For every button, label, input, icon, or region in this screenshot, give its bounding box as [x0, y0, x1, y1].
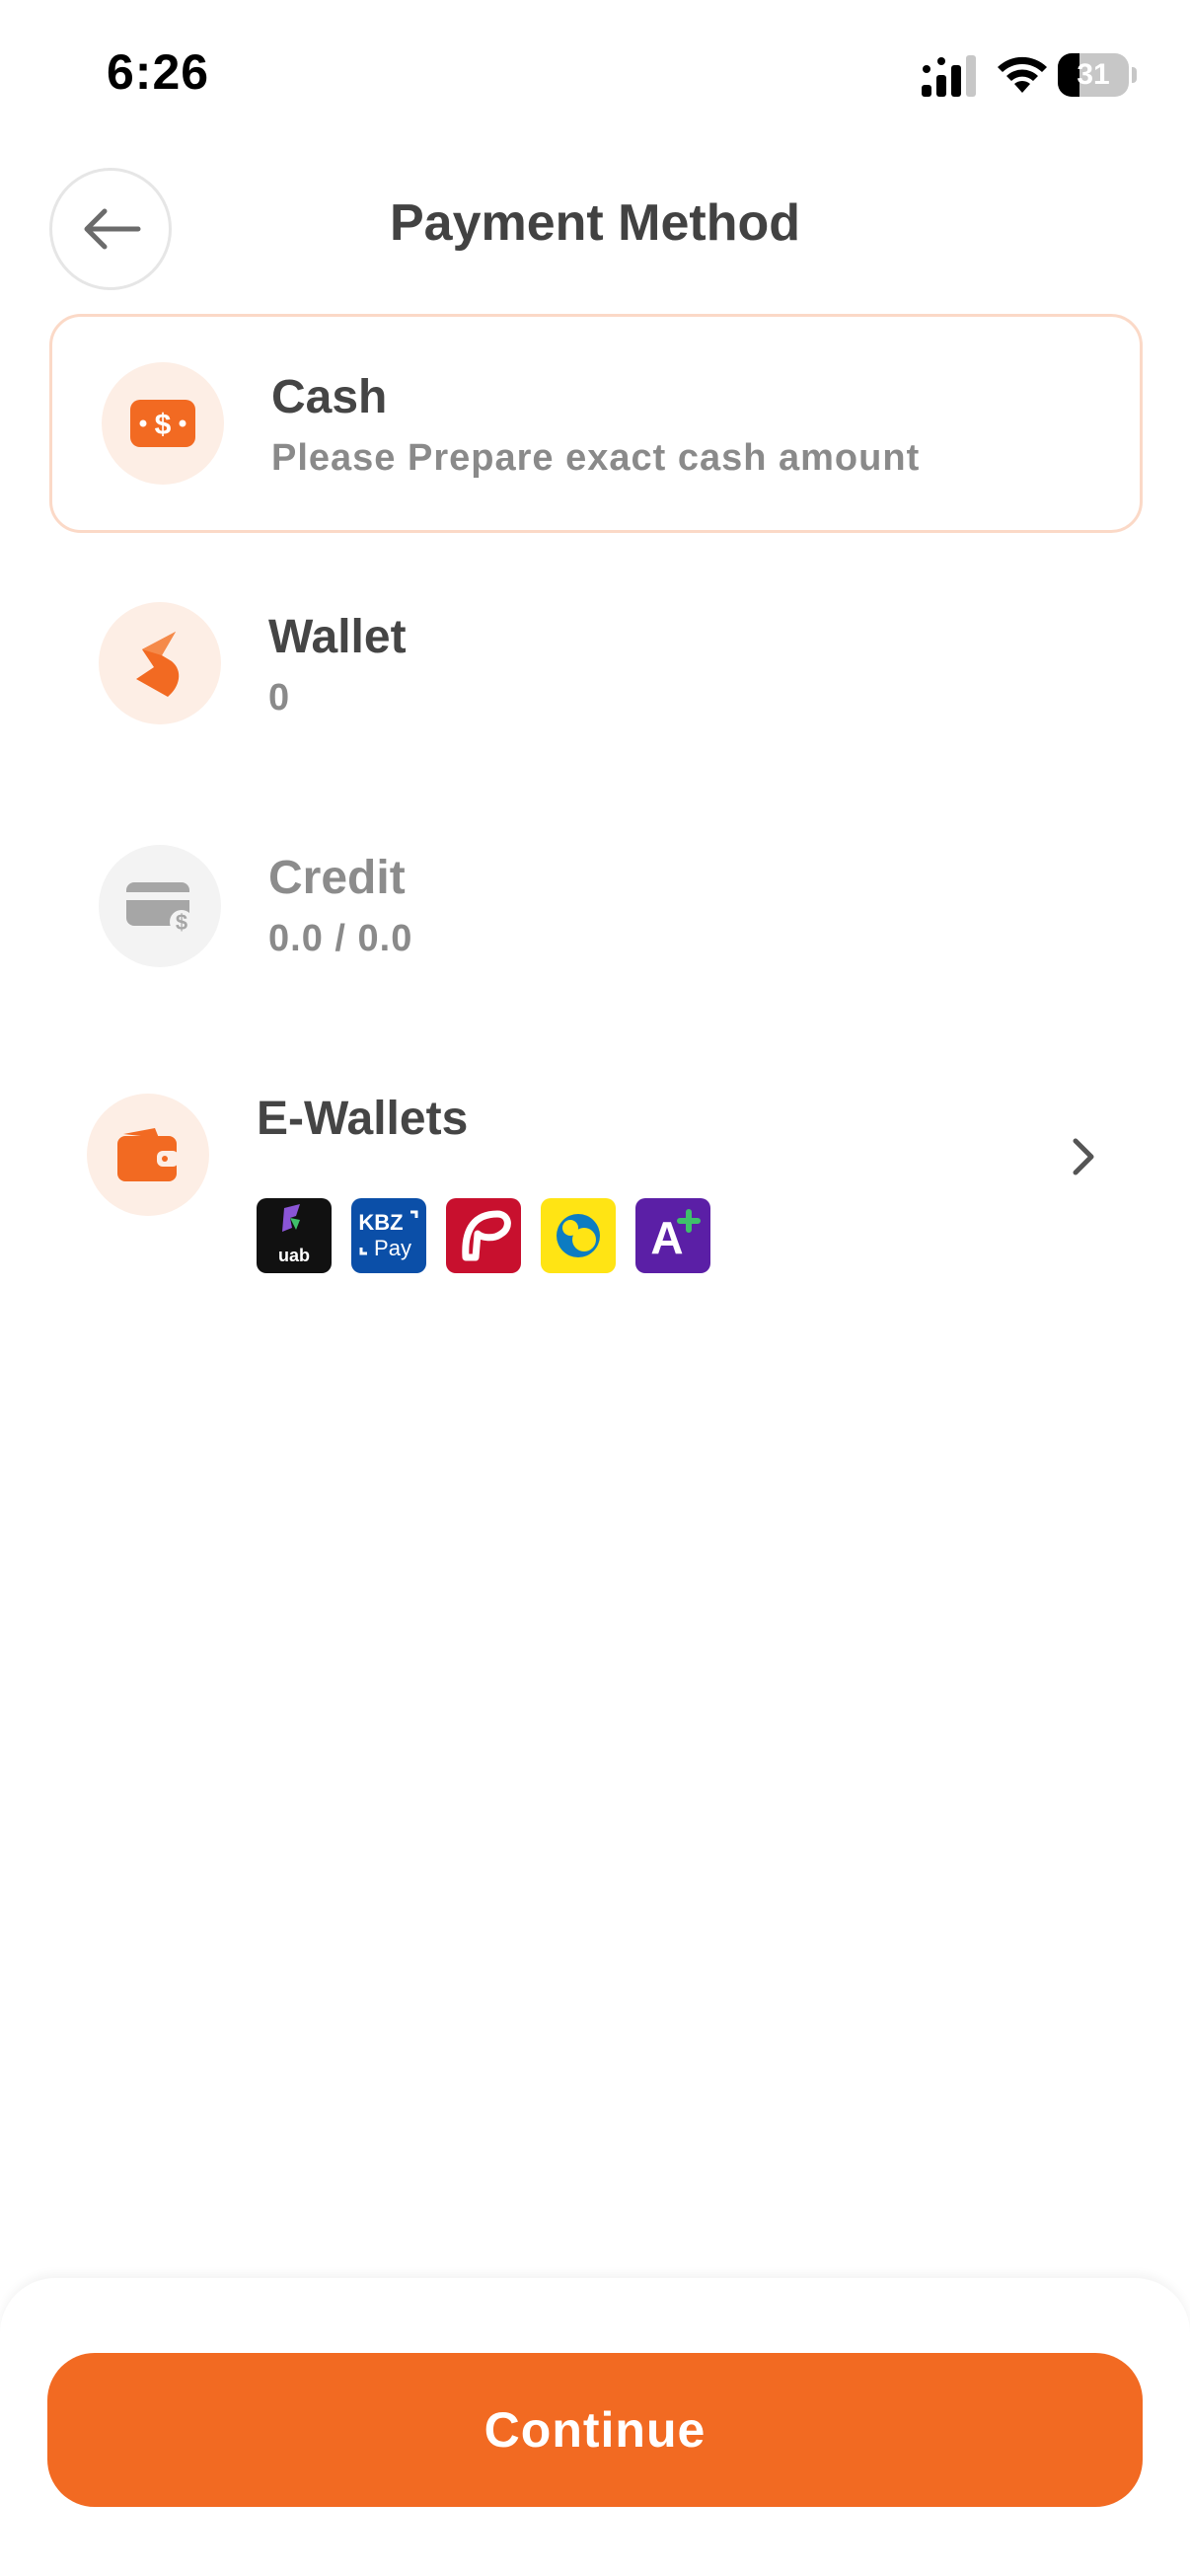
status-time: 6:26	[107, 44, 210, 100]
svg-text:uab: uab	[278, 1246, 310, 1265]
payment-option-wallet[interactable]: Wallet 0	[49, 557, 1143, 776]
credit-card-icon: $	[126, 882, 193, 934]
uabpay-logo: uab	[257, 1198, 332, 1273]
battery-icon: 31	[1058, 53, 1137, 97]
credit-icon-wrap: $	[99, 845, 221, 967]
continue-button[interactable]: Continue	[47, 2353, 1143, 2507]
payment-option-credit[interactable]: $ Credit 0.0 / 0.0	[49, 797, 1143, 1017]
payment-option-ewallets[interactable]: E-Wallets uab KBZ Pay A	[49, 1050, 1143, 1273]
status-bar: 6:26 31	[0, 0, 1190, 148]
aplus-logo: A	[635, 1198, 710, 1273]
cash-icon: $	[130, 400, 195, 447]
option-title: Wallet	[268, 611, 407, 663]
option-subtitle: 0.0 / 0.0	[268, 918, 413, 959]
svg-text:$: $	[176, 910, 187, 934]
payment-option-cash[interactable]: $ Cash Please Prepare exact cash amount	[49, 314, 1143, 533]
wifi-icon	[998, 56, 1047, 93]
svg-text:$: $	[155, 409, 172, 441]
ewallet-icon	[117, 1128, 179, 1181]
wallet-app-icon	[136, 632, 180, 697]
cbpay-logo	[541, 1198, 616, 1273]
wallet-icon-wrap	[99, 602, 221, 724]
cash-icon-wrap: $	[102, 362, 224, 485]
ewallet-logos: uab KBZ Pay A	[257, 1198, 710, 1273]
ewallet-icon-wrap	[87, 1094, 209, 1216]
kbzpay-logo: KBZ Pay	[351, 1198, 426, 1273]
option-title: Cash	[271, 371, 388, 423]
option-title: E-Wallets	[257, 1093, 469, 1145]
option-subtitle: Please Prepare exact cash amount	[271, 437, 921, 479]
svg-text:Pay: Pay	[374, 1236, 411, 1260]
page-title: Payment Method	[389, 194, 801, 252]
chevron-right-icon[interactable]	[1064, 1129, 1103, 1184]
ayapay-logo	[446, 1198, 521, 1273]
option-title: Credit	[268, 852, 406, 904]
battery-level: 31	[1077, 58, 1110, 91]
option-subtitle: 0	[268, 677, 291, 719]
cellular-signal-icon	[922, 55, 976, 97]
svg-text:KBZ: KBZ	[358, 1210, 403, 1235]
